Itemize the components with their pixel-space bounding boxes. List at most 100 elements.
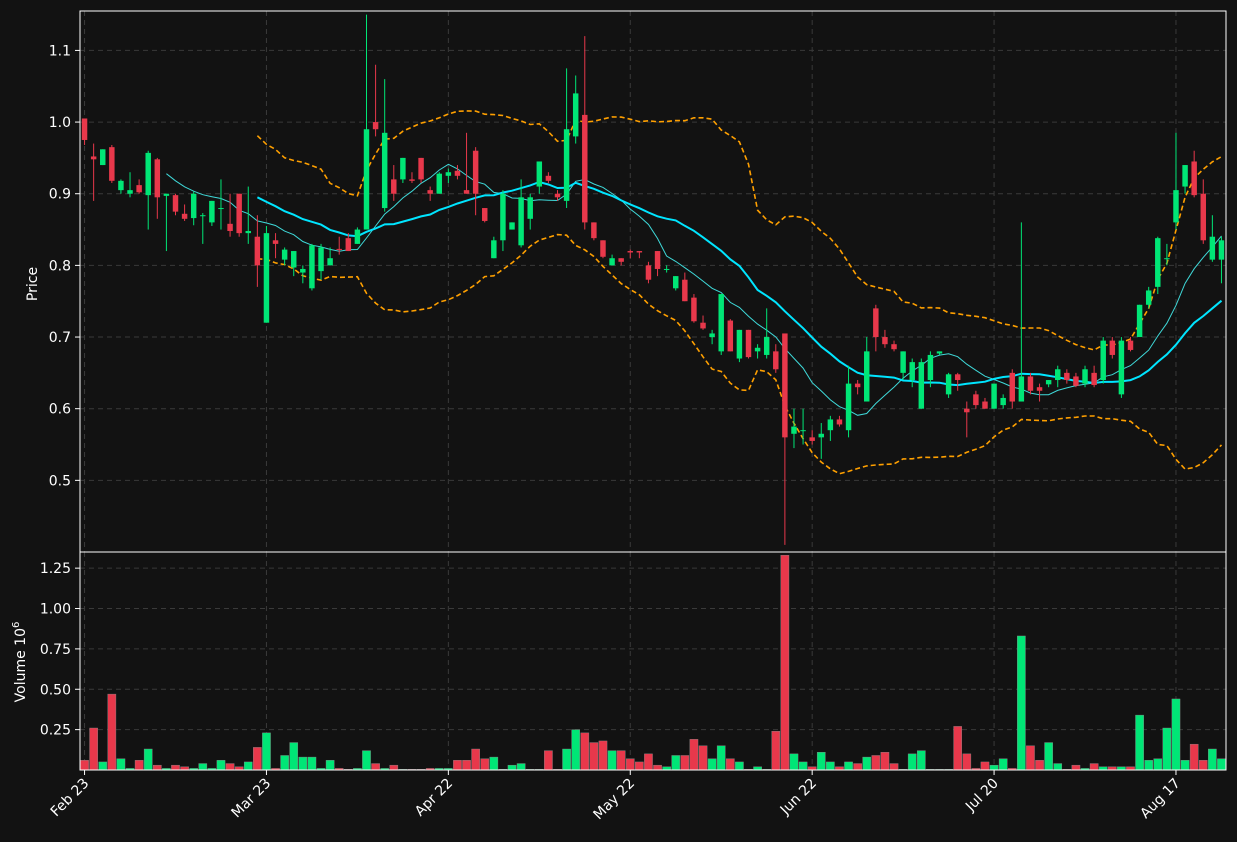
xtick-label: Mar 23 [229,776,275,822]
volume-panel-grid [80,552,1226,770]
candle-body [991,383,997,409]
candle-body [200,215,206,217]
candle-body [682,279,688,302]
candle-body [591,222,597,239]
volume-bar [462,760,471,771]
candle-body [927,354,934,381]
candle-body [873,308,879,338]
volume-bar [480,758,490,771]
candle-body [554,193,561,198]
volume-bar [989,764,999,771]
candle-body [1091,372,1097,386]
candle-body [109,147,115,181]
volume-bar [225,763,235,771]
volume-bar [134,760,144,771]
candle-body [482,208,488,221]
volume-bar [198,763,208,771]
volume-bar [880,752,890,771]
candle-body [472,150,479,194]
volume-bar [243,761,253,771]
volume-ytick-label: 1.00 [40,602,71,618]
candle-body [1027,376,1034,391]
candle-body [145,152,151,196]
axis-labels: 0.5 0.6 0.7 0.8 0.9 1.0 1.1 0.25 0.50 0.75 1.00 1.2… [40,43,1184,823]
candle-body [736,329,743,359]
candle-body [954,374,961,381]
price-ytick-label: 0.8 [49,258,71,274]
candle-body [163,193,170,196]
candle-body [609,258,615,266]
candle-body [172,195,179,212]
candle-body [409,179,415,181]
xtick-label: Jun 22 [777,776,820,819]
volume-bar [853,763,862,771]
volume-bar [216,760,226,771]
volume-bar [598,740,608,771]
candle-body [791,426,797,434]
candle-body [1100,340,1106,381]
volume-bar [844,761,853,771]
candle-body [327,258,333,266]
candle-body [663,268,670,270]
volume-bar [1071,764,1081,771]
candle-body [1127,340,1134,350]
candle-body [245,230,251,234]
candle-body [1055,369,1061,381]
panel-frames [79,10,1227,771]
volume-bar [307,756,317,771]
candle-body [673,276,679,289]
candle-body [1164,258,1170,260]
volume-bar [671,755,681,771]
volume-ytick-label: 0.75 [40,642,71,658]
volume-bar [362,750,371,771]
candle-body [272,240,279,244]
volume-bar [1180,760,1190,771]
volume-bar [1089,763,1099,771]
candle-body [563,129,570,201]
candle-body [227,223,233,231]
candle-body [345,238,352,252]
candle-body [809,437,815,441]
volume-bar [1053,763,1063,771]
candle-body [845,383,852,431]
candle-body [982,401,988,409]
candle-body [518,197,524,246]
volume-bar [580,732,590,771]
candle-body [454,170,461,176]
candle-body [190,193,197,219]
candle-body [118,180,124,191]
candle-body [1073,376,1079,386]
candle-body [1036,387,1043,391]
volume-bar [826,761,835,771]
volume-bar [153,764,162,771]
candle-body [81,118,88,140]
candle-body [436,173,442,194]
volume-bar [80,760,89,771]
volume-bar [771,731,781,771]
candle-body [627,251,633,253]
candle-body [236,193,242,234]
volume-bar [1217,758,1226,771]
candle-body [1173,190,1179,223]
xtick-label: Apr 22 [412,776,456,820]
candle-body [281,249,288,260]
volume-bar [589,742,599,771]
volume-bar [607,750,617,771]
candle-body [309,245,315,289]
volume-bar [980,761,990,771]
volume-bar [1026,745,1035,771]
candle-body [727,320,734,352]
volume-bar [962,753,972,771]
price-panel-frame [79,10,1227,553]
xtick-label: May 22 [591,776,639,824]
candle-body [754,347,761,352]
candle-body [181,213,188,219]
candle-body [1200,193,1206,241]
candle-body [964,408,970,413]
candle-body [400,157,406,180]
volume-bar [1153,758,1163,771]
candle-body [891,344,897,350]
volume-bar [780,555,790,771]
volume-bar [89,727,98,771]
volume-bar [471,748,480,771]
